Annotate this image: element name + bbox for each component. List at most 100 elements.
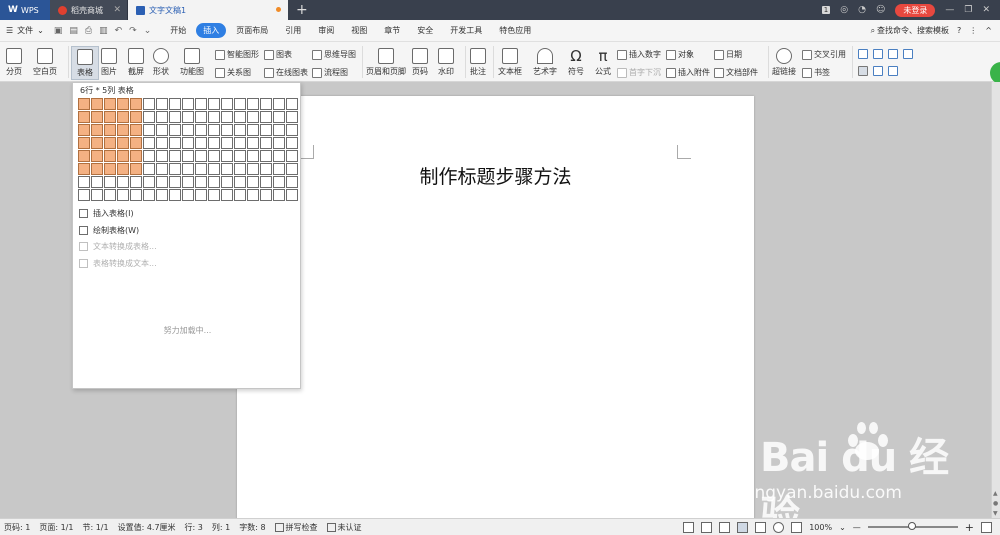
document-title-text[interactable]: 制作标题步骤方法 (237, 162, 754, 189)
insert-table-item[interactable]: 插入表格(I) (79, 208, 134, 219)
zoom-out-icon[interactable]: — (853, 523, 861, 532)
table-grid-cell[interactable] (221, 176, 233, 188)
search-command[interactable]: ⌕ 查找命令、搜索模板 (871, 25, 949, 36)
chart-button[interactable]: 图表 (264, 49, 292, 60)
status-page-number[interactable]: 页码: 1 (4, 522, 30, 533)
table-grid-cell[interactable] (286, 150, 298, 162)
table-grid-cell[interactable] (247, 150, 259, 162)
zoom-level[interactable]: 100% (809, 523, 832, 532)
collapse-ribbon-icon[interactable]: ^ (985, 26, 992, 35)
table-grid-cell[interactable] (247, 98, 259, 110)
table-grid-cell[interactable] (273, 150, 285, 162)
skin-icon[interactable]: ◎ (840, 5, 848, 15)
status-row[interactable]: 行: 3 (185, 522, 203, 533)
table-grid-cell[interactable] (117, 98, 129, 110)
table-grid-cell[interactable] (182, 163, 194, 175)
table-grid-cell[interactable] (143, 176, 155, 188)
page-view-icon[interactable] (737, 521, 749, 533)
table-grid-cell[interactable] (117, 189, 129, 201)
redo-icon[interactable]: ↷ (129, 26, 137, 36)
relation-chart-button[interactable]: 关系图 (215, 67, 251, 78)
table-grid-cell[interactable] (104, 189, 116, 201)
table-grid-cell[interactable] (273, 111, 285, 123)
table-grid-cell[interactable] (143, 150, 155, 162)
table-grid-cell[interactable] (156, 124, 168, 136)
vertical-scrollbar[interactable]: ▲ ● ▼ (991, 82, 1000, 518)
table-grid-cell[interactable] (247, 124, 259, 136)
table-grid-cell[interactable] (234, 176, 246, 188)
table-grid-cell[interactable] (182, 189, 194, 201)
tab-page-layout[interactable]: 页面布局 (229, 23, 275, 38)
table-grid-cell[interactable] (260, 163, 272, 175)
table-grid-cell[interactable] (156, 137, 168, 149)
bell-icon[interactable]: ◔ (858, 5, 866, 15)
eye-protection-icon[interactable] (791, 521, 803, 533)
user-icon[interactable]: ☺ (876, 5, 885, 15)
table-grid-cell[interactable] (221, 124, 233, 136)
page-break-button[interactable]: 分页 (6, 48, 22, 77)
table-grid-cell[interactable] (130, 111, 142, 123)
formula-button[interactable]: π 公式 (595, 48, 611, 77)
table-grid-cell[interactable] (286, 137, 298, 149)
layout-option-icon[interactable] (873, 66, 883, 76)
table-grid-cell[interactable] (286, 98, 298, 110)
table-grid-cell[interactable] (247, 176, 259, 188)
tab-special-apps[interactable]: 特色应用 (492, 23, 538, 38)
table-grid-cell[interactable] (91, 98, 103, 110)
tab-home[interactable]: 开始 (163, 23, 193, 38)
table-grid-cell[interactable] (169, 137, 181, 149)
table-grid-cell[interactable] (78, 150, 90, 162)
table-grid-cell[interactable] (234, 163, 246, 175)
table-grid-cell[interactable] (130, 124, 142, 136)
table-grid-cell[interactable] (156, 98, 168, 110)
table-grid-cell[interactable] (169, 98, 181, 110)
table-grid-cell[interactable] (273, 137, 285, 149)
doc-parts-button[interactable]: 文档部件 (714, 67, 758, 78)
table-grid-cell[interactable] (234, 137, 246, 149)
layout-option-icon[interactable] (858, 66, 868, 76)
table-grid-cell[interactable] (208, 176, 220, 188)
table-grid-cell[interactable] (117, 111, 129, 123)
table-grid-cell[interactable] (104, 137, 116, 149)
table-grid-cell[interactable] (208, 98, 220, 110)
picture-button[interactable]: 图片 (101, 48, 117, 77)
layout-option-icon[interactable] (888, 66, 898, 76)
table-grid-cell[interactable] (104, 150, 116, 162)
table-grid-cell[interactable] (143, 111, 155, 123)
table-grid-cell[interactable] (91, 124, 103, 136)
table-grid-cell[interactable] (130, 163, 142, 175)
fullscreen-icon[interactable] (683, 521, 695, 533)
table-grid-cell[interactable] (195, 111, 207, 123)
table-grid-cell[interactable] (182, 137, 194, 149)
table-grid-cell[interactable] (78, 137, 90, 149)
table-grid-cell[interactable] (208, 150, 220, 162)
table-grid-cell[interactable] (78, 189, 90, 201)
table-grid-cell[interactable] (78, 98, 90, 110)
zoom-slider-knob[interactable] (907, 522, 916, 530)
comment-button[interactable]: 批注 (470, 48, 486, 77)
table-grid-cell[interactable] (208, 137, 220, 149)
table-grid-cell[interactable] (260, 98, 272, 110)
status-section[interactable]: 节: 1/1 (82, 522, 108, 533)
print-icon[interactable]: ⎙ (85, 26, 92, 36)
status-pages[interactable]: 页面: 1/1 (39, 522, 73, 533)
table-grid-cell[interactable] (169, 150, 181, 162)
textbox-button[interactable]: 文本框 (498, 48, 522, 77)
online-chart-button[interactable]: 在线图表 (264, 67, 308, 78)
print-preview-icon[interactable]: ▥ (99, 26, 108, 36)
table-grid-cell[interactable] (221, 189, 233, 201)
document-page[interactable]: 制作标题步骤方法 (237, 96, 754, 526)
draw-table-item[interactable]: 绘制表格(W) (79, 225, 139, 236)
new-tab-button[interactable]: + (288, 0, 316, 20)
table-grid-cell[interactable] (143, 189, 155, 201)
status-col[interactable]: 列: 1 (212, 522, 230, 533)
table-grid-cell[interactable] (104, 124, 116, 136)
table-grid-cell[interactable] (273, 124, 285, 136)
table-button[interactable]: 表格 (71, 46, 99, 80)
layout-option-icon[interactable] (888, 49, 898, 59)
table-grid-cell[interactable] (156, 150, 168, 162)
table-grid-cell[interactable] (156, 189, 168, 201)
tab-security[interactable]: 安全 (410, 23, 440, 38)
table-grid-cell[interactable] (182, 98, 194, 110)
save-icon[interactable]: ▣ (54, 26, 63, 36)
